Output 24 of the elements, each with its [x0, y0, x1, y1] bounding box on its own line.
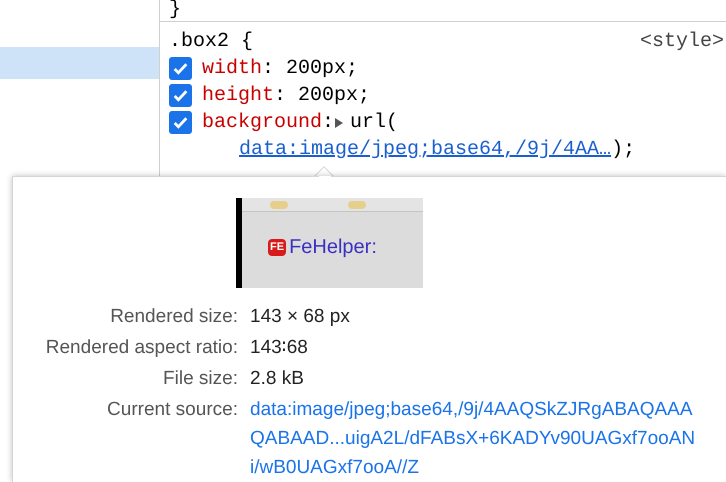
logo-badge: FE: [268, 238, 286, 256]
folder-icon: [348, 200, 366, 208]
checkbox[interactable]: [169, 84, 192, 107]
expand-icon[interactable]: [334, 116, 344, 128]
field-value: 143∶68: [250, 336, 308, 360]
checkbox[interactable]: [169, 57, 192, 80]
url-link[interactable]: data:image/jpeg;base64,/9j/4AA…: [239, 136, 612, 163]
field-label: Rendered aspect ratio:: [44, 336, 239, 360]
checkbox[interactable]: [169, 111, 192, 134]
rule-selector: .box2 {: [169, 29, 254, 55]
field-label: Rendered size:: [109, 305, 239, 329]
field-label: Current source:: [106, 398, 239, 422]
declaration-text: height: 200px;: [202, 83, 370, 109]
field-value: 143 × 68 px: [250, 305, 350, 329]
declaration-text: width: 200px;: [202, 56, 358, 82]
declaration-value: url(: [350, 110, 398, 136]
source-url[interactable]: data:image/jpeg;base64,/9j/4AAQSkZJRgABAQAAAQABAAD...uigA2L/dFABsX+6KADYv90UAGxf7ooANi/wB0UAGxf7ooA//Z: [250, 395, 702, 482]
field-label: File size:: [162, 367, 239, 391]
source-link[interactable]: <style>: [640, 28, 724, 55]
extension-name: FeHelper:: [289, 235, 377, 260]
folder-icon: [270, 200, 288, 208]
field-value: 2.8 kB: [250, 367, 304, 391]
declaration-text: background:: [202, 110, 334, 136]
code-text: );: [611, 137, 636, 163]
